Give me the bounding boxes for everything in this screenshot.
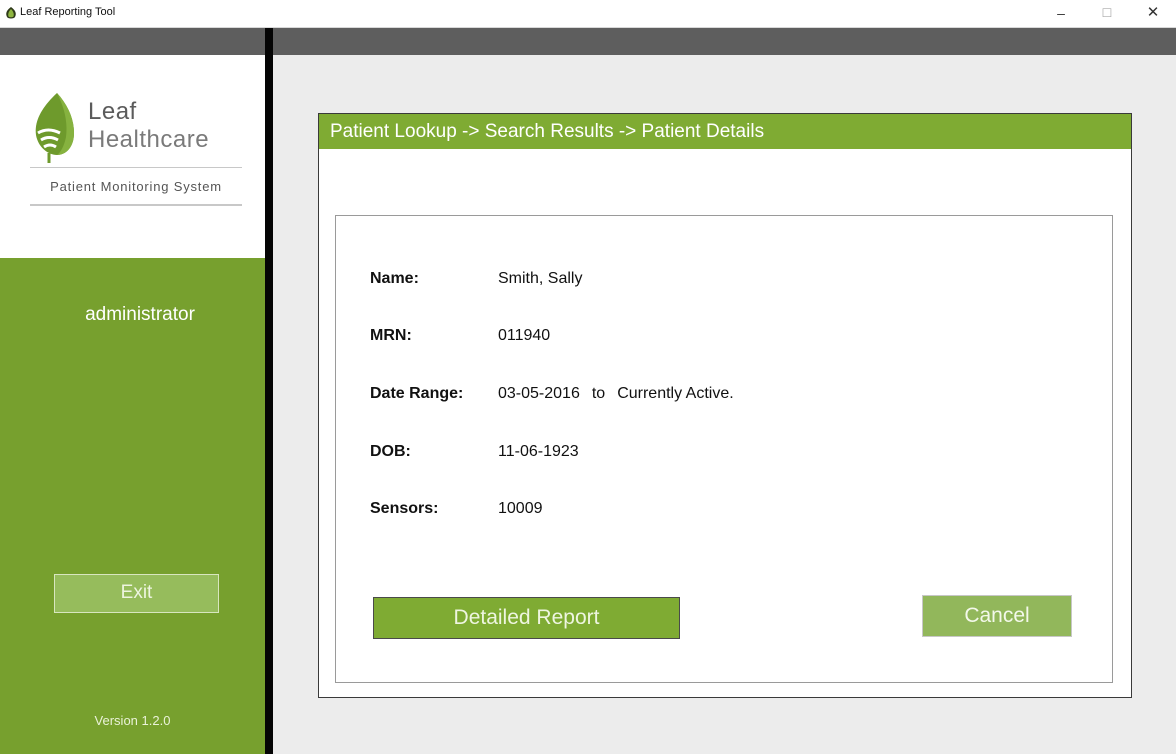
dob-value: 11-06-1923 (498, 443, 579, 460)
window-title-bar: Leaf Reporting Tool – ☐ ✕ (0, 0, 1176, 28)
minimize-button[interactable]: – (1038, 0, 1084, 28)
maximize-button[interactable]: ☐ (1084, 0, 1130, 28)
detail-row-mrn: MRN: 011940 (370, 327, 550, 345)
date-range-end: Currently Active. (617, 385, 734, 402)
leaf-icon (6, 7, 16, 19)
user-panel: administrator Exit Version 1.2.0 (0, 258, 265, 754)
window-title: Leaf Reporting Tool (20, 6, 116, 18)
dob-label: DOB: (370, 443, 411, 460)
sensors-label: Sensors: (370, 500, 439, 517)
date-range-to: to (591, 385, 606, 402)
detail-row-date-range: Date Range: 03-05-2016 to Currently Active. (370, 385, 734, 403)
sidebar-divider (265, 28, 273, 754)
name-value: Smith, Sally (498, 270, 583, 287)
mrn-value: 011940 (498, 327, 551, 344)
detail-row-dob: DOB: 11-06-1923 (370, 443, 579, 461)
username-label: administrator (85, 304, 195, 325)
divider (30, 167, 242, 168)
panel-header: Patient Lookup -> Search Results -> Pati… (319, 114, 1131, 149)
name-label: Name: (370, 270, 419, 287)
patient-details-box: Name: Smith, Sally MRN: 011940 Date Range:… (335, 215, 1113, 683)
mrn-label: MRN: (370, 327, 412, 344)
breadcrumb: Patient Lookup -> Search Results -> Pati… (330, 121, 765, 142)
sidebar: Leaf Healthcare Patient Monitoring Syste… (0, 55, 265, 754)
close-button[interactable]: ✕ (1130, 0, 1176, 28)
logo-text-leaf: Leaf (88, 98, 137, 125)
top-toolbar-stripe (0, 28, 1176, 55)
date-range-start: 03-05-2016 (498, 385, 580, 402)
sensors-value: 10009 (498, 500, 543, 517)
detailed-report-button[interactable]: Detailed Report (373, 597, 680, 639)
leaf-logo-icon (35, 93, 74, 163)
logo-text-healthcare: Healthcare (88, 126, 210, 153)
logo-tagline: Patient Monitoring System (50, 179, 222, 194)
patient-details-panel: Patient Lookup -> Search Results -> Pati… (318, 113, 1132, 698)
detail-row-sensors: Sensors: 10009 (370, 500, 543, 518)
cancel-button[interactable]: Cancel (922, 595, 1072, 637)
date-range-label: Date Range: (370, 385, 464, 402)
exit-button[interactable]: Exit (54, 574, 219, 613)
divider (30, 204, 242, 206)
version-label: Version 1.2.0 (94, 713, 171, 728)
detail-row-name: Name: Smith, Sally (370, 270, 582, 288)
